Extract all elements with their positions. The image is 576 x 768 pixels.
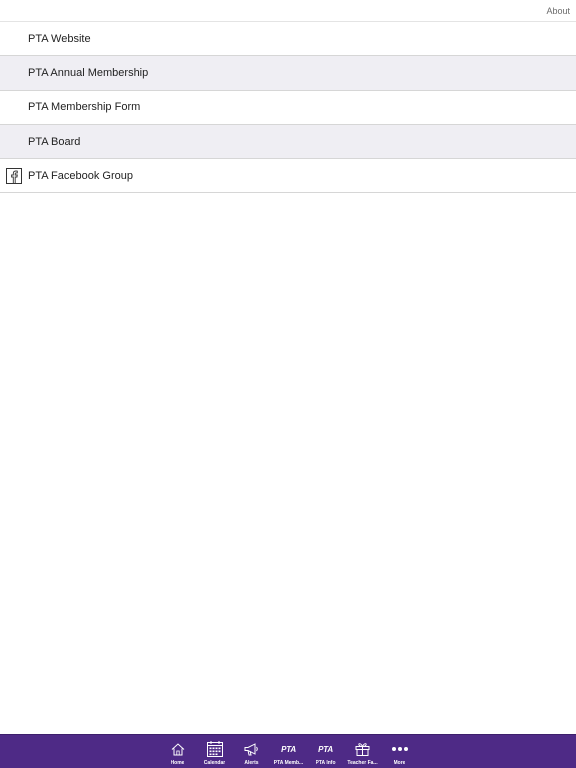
app-window: About PTA Website PTA Annual Membership … (0, 0, 576, 768)
list-item-label: PTA Website (28, 32, 91, 45)
gift-icon (355, 741, 371, 757)
tab-alerts[interactable]: Alerts (233, 735, 270, 768)
list-item-label: PTA Facebook Group (28, 169, 133, 182)
tab-pta-membership[interactable]: PTA PTA Memb... (270, 735, 307, 768)
list-item-pta-facebook-group[interactable]: PTA Facebook Group (0, 159, 576, 194)
tab-calendar[interactable]: Calendar (196, 735, 233, 768)
tab-label: More (393, 760, 406, 766)
top-bar: About (0, 0, 576, 22)
links-list: PTA Website PTA Annual Membership PTA Me… (0, 22, 576, 194)
list-item-pta-website[interactable]: PTA Website (0, 22, 576, 57)
pta-icon: PTA (318, 744, 333, 754)
tab-label: Home (170, 760, 185, 766)
more-icon (391, 741, 408, 757)
list-item-pta-membership-form[interactable]: PTA Membership Form (0, 91, 576, 125)
tab-label: Teacher Fa... (347, 760, 378, 766)
tab-list: Home Calendar Alerts PTA PTA Memb... PTA… (159, 735, 418, 768)
tab-pta-info[interactable]: PTA PTA Info (307, 735, 344, 768)
tab-teacher-favorites[interactable]: Teacher Fa... (344, 735, 381, 768)
tab-more[interactable]: More (381, 735, 418, 768)
megaphone-icon (244, 741, 260, 757)
tab-home[interactable]: Home (159, 735, 196, 768)
home-icon (170, 741, 186, 757)
tab-label: PTA Memb... (273, 760, 304, 766)
calendar-icon (206, 741, 223, 757)
list-item-label: PTA Annual Membership (28, 66, 149, 79)
about-link[interactable]: About (546, 6, 570, 16)
tab-label: Calendar (203, 760, 226, 766)
list-item-pta-board[interactable]: PTA Board (0, 124, 576, 160)
list-item-label: PTA Board (28, 135, 81, 148)
pta-icon: PTA (281, 744, 296, 754)
list-item-label: PTA Membership Form (28, 101, 141, 114)
tab-bar: Home Calendar Alerts PTA PTA Memb... PTA… (0, 734, 576, 768)
tab-label: Alerts (244, 760, 259, 766)
facebook-icon (6, 168, 22, 185)
list-item-pta-annual-membership[interactable]: PTA Annual Membership (0, 56, 576, 91)
tab-label: PTA Info (315, 760, 336, 766)
